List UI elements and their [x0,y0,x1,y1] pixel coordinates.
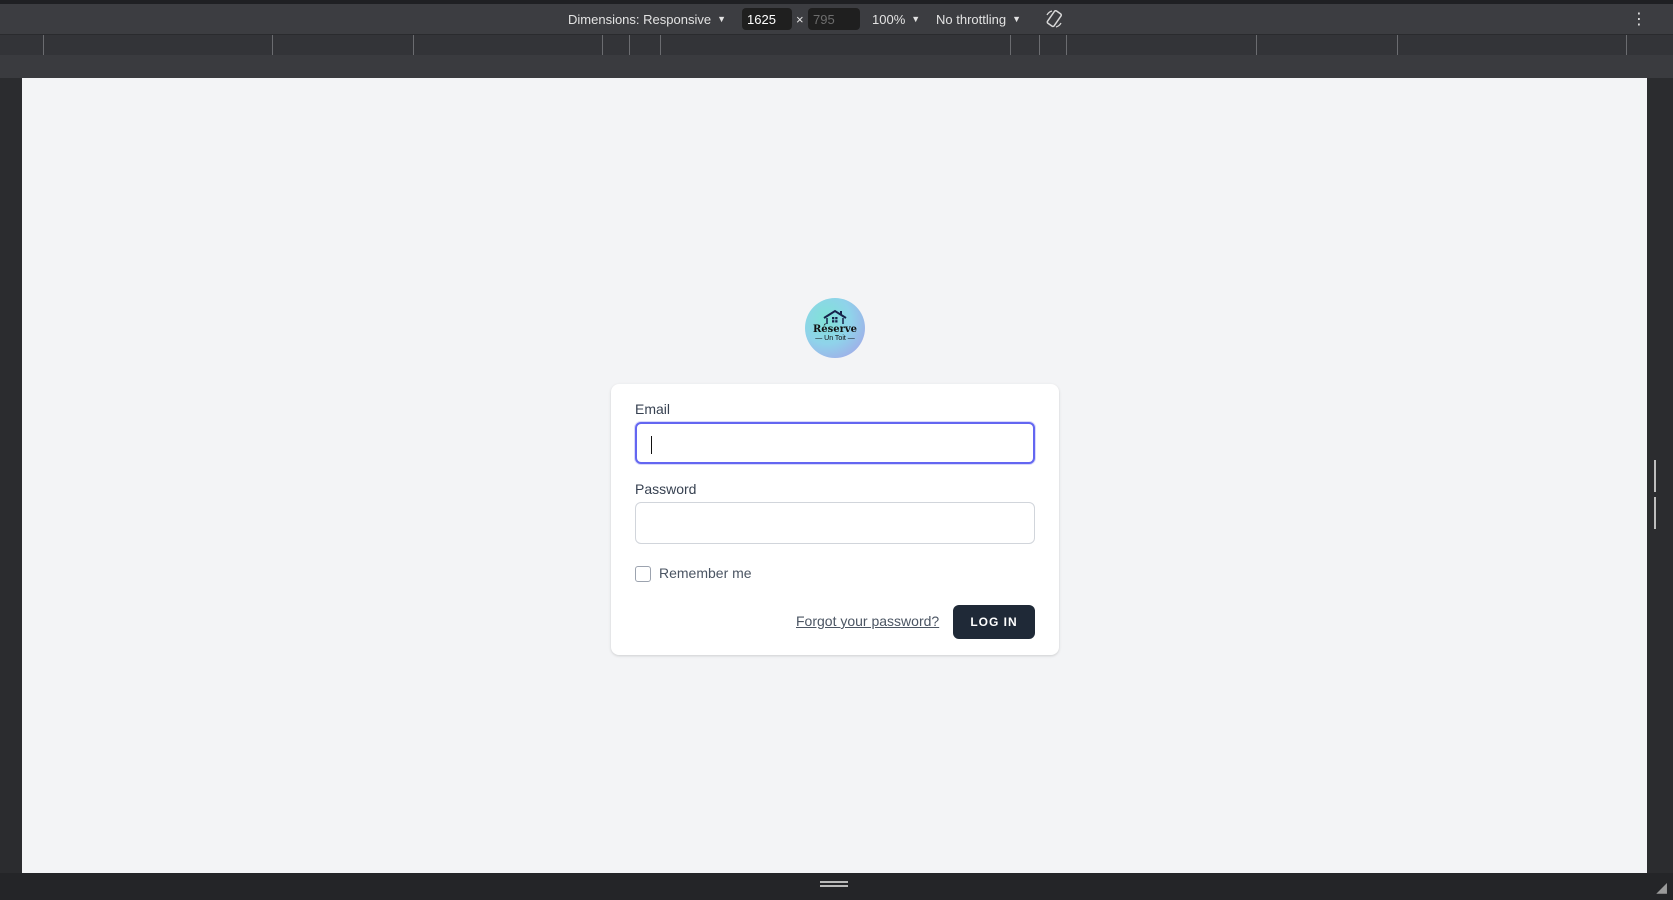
dimensions-dropdown[interactable]: Dimensions: Responsive ▼ [568,4,726,34]
throttling-dropdown[interactable]: No throttling ▼ [936,4,1021,34]
house-icon [823,309,847,324]
remember-me-checkbox[interactable] [635,566,651,582]
chevron-down-icon: ▼ [911,14,921,24]
viewport-gutter [0,55,1673,78]
rotate-icon[interactable] [1044,4,1064,34]
emulated-viewport: Réserve — Un Toit — Email Password Remem… [22,78,1647,873]
resize-corner-icon[interactable]: ◢ [1656,879,1667,896]
password-label: Password [635,481,697,497]
zoom-dropdown[interactable]: 100% ▼ [872,4,920,34]
logo-text: Réserve [812,324,858,335]
chevron-down-icon: ▼ [1012,14,1022,24]
password-input[interactable] [635,502,1035,544]
dimensions-label: Dimensions: Responsive [568,11,712,27]
chevron-down-icon: ▼ [717,14,726,24]
media-query-bar[interactable] [0,34,1673,56]
email-input[interactable] [635,422,1035,464]
remember-me-label[interactable]: Remember me [659,565,752,581]
width-input[interactable]: 1625 [742,8,792,30]
throttling-label: No throttling [936,11,1007,27]
more-options-icon[interactable]: ⋮ [1631,4,1647,34]
device-toolbar: Dimensions: Responsive ▼ 1625 × 795 100%… [0,4,1673,34]
email-label: Email [635,401,671,417]
login-card: Email Password Remember me Forgot your p… [611,384,1059,655]
zoom-label: 100% [872,11,906,27]
login-button[interactable]: LOG IN [953,605,1035,639]
viewport-side-resize-handle[interactable] [1654,460,1660,529]
app-logo[interactable]: Réserve — Un Toit — [805,298,865,358]
height-input[interactable]: 795 [808,8,860,30]
times-symbol: × [796,11,804,27]
logo-subtext: — Un Toit — [815,335,855,342]
vertical-resize-handle[interactable] [820,881,848,888]
text-cursor [651,436,652,454]
viewport-bottom-bar: ◢ [0,873,1673,900]
forgot-password-link[interactable]: Forgot your password? [796,613,939,629]
